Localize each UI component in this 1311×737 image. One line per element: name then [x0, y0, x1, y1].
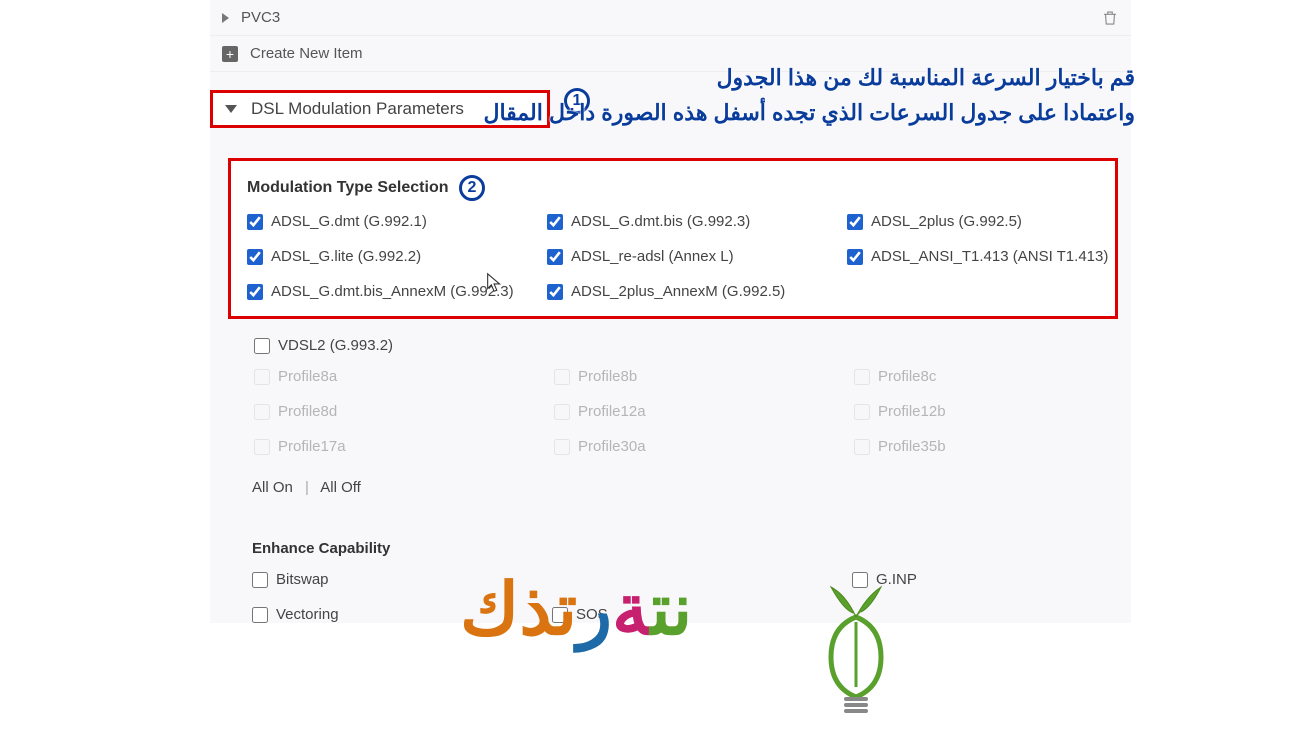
checkbox-adsl-2plus-annexm[interactable]: ADSL_2plus_AnnexM (G.992.5): [547, 283, 847, 300]
modulation-checkbox-grid: ADSL_G.dmt (G.992.1) ADSL_G.dmt.bis (G.9…: [247, 213, 1099, 300]
checkbox-sos[interactable]: SOS: [552, 606, 852, 623]
create-new-item-label: Create New Item: [250, 45, 363, 62]
trash-icon[interactable]: [1101, 9, 1119, 27]
checkbox-profile12a: Profile12a: [554, 403, 854, 420]
arabic-line-2: واعتمادا على جدول السرعات الذي تجده أسفل…: [483, 95, 1135, 130]
checkbox-adsl-gdmt[interactable]: ADSL_G.dmt (G.992.1): [247, 213, 547, 230]
item-pvc3-row[interactable]: PVC3: [210, 0, 1131, 36]
modulation-type-heading: Modulation Type Selection 2: [247, 175, 1099, 201]
all-on-off-row: All On | All Off: [252, 479, 1131, 496]
checkbox-adsl-readsl[interactable]: ADSL_re-adsl (Annex L): [547, 248, 847, 265]
checkbox-input: [854, 369, 870, 385]
checkbox-input[interactable]: [547, 284, 563, 300]
cursor-icon: [484, 272, 506, 294]
checkbox-profile8d: Profile8d: [254, 403, 554, 420]
checkbox-input: [254, 369, 270, 385]
checkbox-input[interactable]: [847, 214, 863, 230]
bulb-leaf-icon: [811, 567, 901, 727]
checkbox-input[interactable]: [247, 249, 263, 265]
checkbox-input[interactable]: [552, 607, 568, 623]
checkbox-profile35b: Profile35b: [854, 438, 1134, 455]
all-off-link[interactable]: All Off: [320, 479, 361, 496]
plus-icon: +: [222, 46, 238, 62]
checkbox-profile8c: Profile8c: [854, 368, 1134, 385]
chevron-down-icon: [225, 105, 237, 113]
checkbox-profile8a: Profile8a: [254, 368, 554, 385]
checkbox-input[interactable]: [847, 249, 863, 265]
checkbox-input[interactable]: [547, 214, 563, 230]
profile-grid: Profile8a Profile8b Profile8c Profile8d …: [254, 368, 1131, 455]
expand-right-icon: [222, 13, 229, 23]
enhance-capability-section: Enhance Capability Bitswap G.INP Vectori…: [252, 540, 1131, 623]
item-pvc3-label: PVC3: [241, 9, 280, 26]
checkbox-adsl-2plus[interactable]: ADSL_2plus (G.992.5): [847, 213, 1127, 230]
vdsl2-row: VDSL2 (G.993.2): [254, 337, 1131, 354]
checkbox-profile17a: Profile17a: [254, 438, 554, 455]
arabic-line-1: قم باختيار السرعة المناسبة لك من هذا الج…: [483, 60, 1135, 95]
checkbox-profile12b: Profile12b: [854, 403, 1134, 420]
checkbox-vdsl2[interactable]: VDSL2 (G.993.2): [254, 337, 1131, 354]
checkbox-bitswap[interactable]: Bitswap: [252, 571, 552, 588]
checkbox-adsl-gdmtbis[interactable]: ADSL_G.dmt.bis (G.992.3): [547, 213, 847, 230]
checkbox-input: [554, 439, 570, 455]
checkbox-input: [254, 404, 270, 420]
checkbox-adsl-ansi[interactable]: ADSL_ANSI_T1.413 (ANSI T1.413): [847, 248, 1127, 265]
callout-badge-2: 2: [459, 175, 485, 201]
checkbox-input[interactable]: [547, 249, 563, 265]
arabic-annotation: قم باختيار السرعة المناسبة لك من هذا الج…: [483, 60, 1135, 130]
enhance-heading: Enhance Capability: [252, 540, 1131, 557]
modulation-type-box: Modulation Type Selection 2 ADSL_G.dmt (…: [228, 158, 1118, 319]
checkbox-input[interactable]: [252, 572, 268, 588]
checkbox-input: [854, 439, 870, 455]
checkbox-input[interactable]: [252, 607, 268, 623]
checkbox-profile30a: Profile30a: [554, 438, 854, 455]
all-on-link[interactable]: All On: [252, 479, 293, 496]
checkbox-input[interactable]: [247, 284, 263, 300]
enhance-grid: Bitswap G.INP Vectoring SOS: [252, 571, 1131, 623]
checkbox-vectoring[interactable]: Vectoring: [252, 606, 552, 623]
checkbox-input[interactable]: [247, 214, 263, 230]
checkbox-input: [854, 404, 870, 420]
separator: |: [305, 479, 309, 496]
checkbox-adsl-glite[interactable]: ADSL_G.lite (G.992.2): [247, 248, 547, 265]
checkbox-input: [554, 369, 570, 385]
checkbox-input: [554, 404, 570, 420]
checkbox-input[interactable]: [254, 338, 270, 354]
checkbox-profile8b: Profile8b: [554, 368, 854, 385]
section-title: DSL Modulation Parameters: [251, 99, 464, 119]
checkbox-input: [254, 439, 270, 455]
